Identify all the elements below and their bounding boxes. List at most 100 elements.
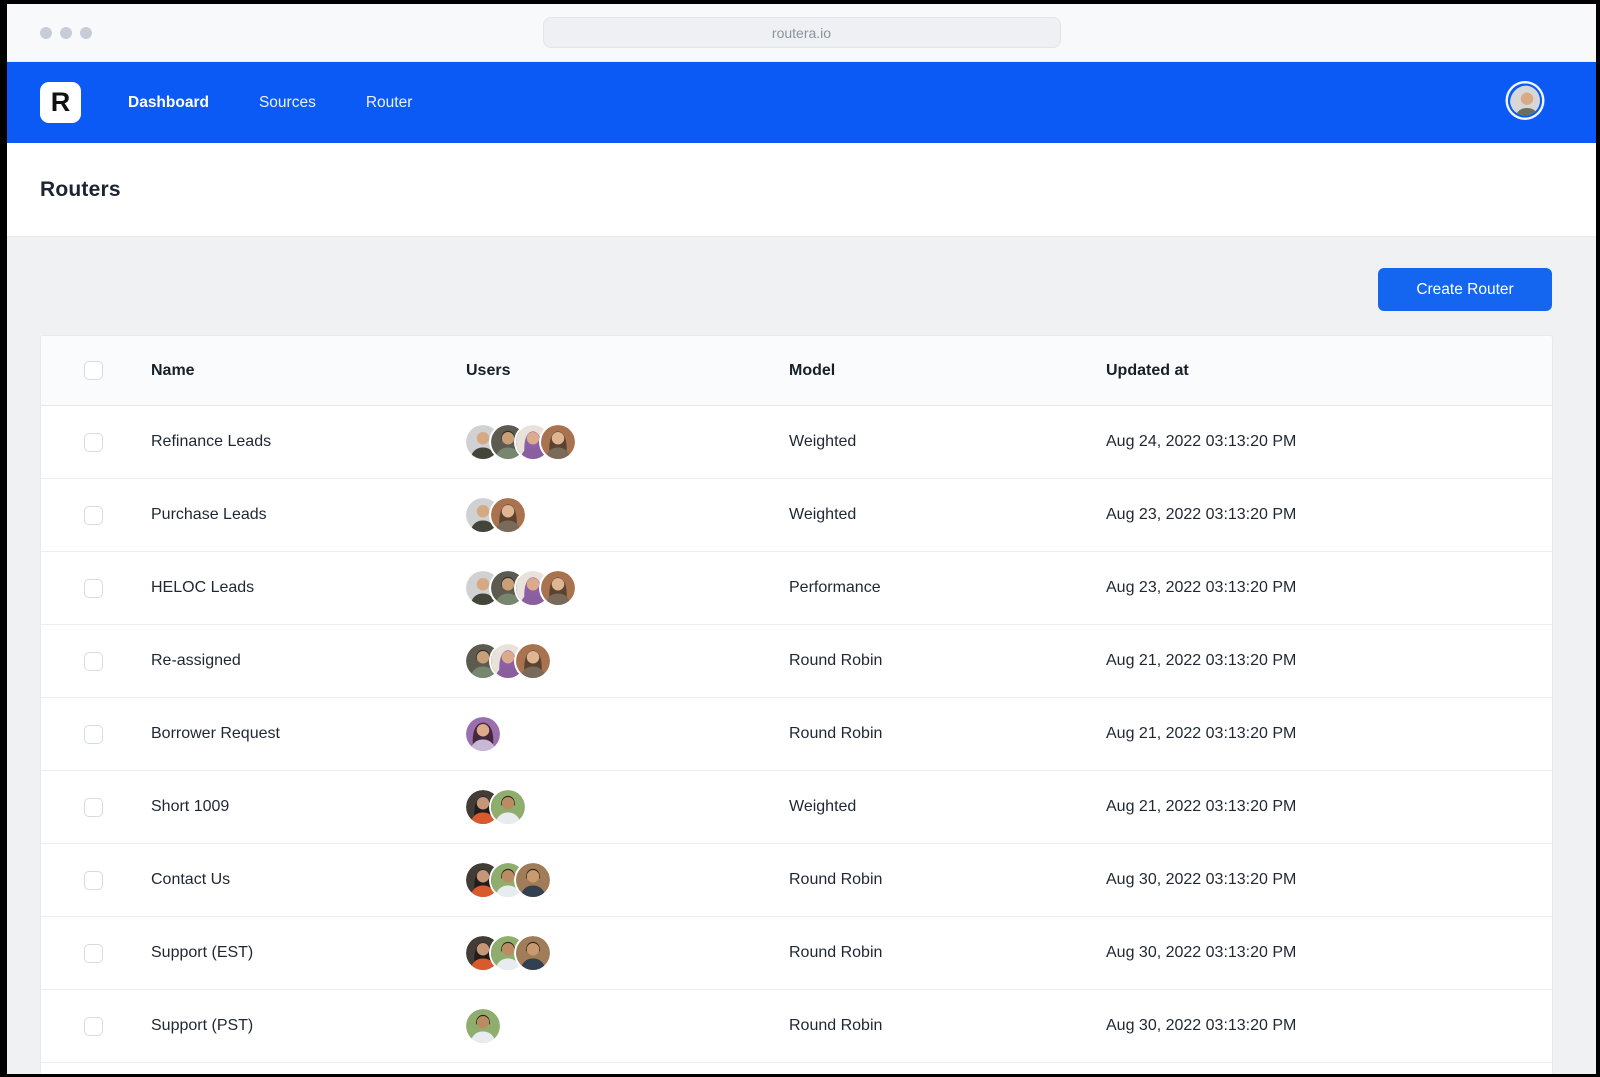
user-avatar [541, 425, 575, 459]
user-avatar-group [466, 863, 550, 897]
app-window: routera.io R Dashboard Sources Router Ro… [7, 4, 1596, 1074]
url-text: routera.io [771, 24, 832, 41]
router-users-cell [466, 644, 789, 678]
row-checkbox-cell [41, 870, 151, 890]
router-users-cell [466, 790, 789, 824]
router-name: Re-assigned [151, 652, 241, 669]
row-checkbox[interactable] [84, 578, 103, 598]
row-checkbox[interactable] [84, 432, 103, 452]
column-header-updated-at: Updated at [1106, 361, 1189, 379]
user-avatar [516, 863, 550, 897]
nav-item-router[interactable]: Router [366, 94, 413, 112]
row-checkbox-cell [41, 943, 151, 963]
browser-url-bar[interactable]: routera.io [542, 17, 1061, 48]
profile-avatar[interactable] [1508, 83, 1542, 122]
router-updated-at: Aug 24, 2022 03:13:20 PM [1106, 433, 1297, 450]
router-model: Weighted [789, 798, 857, 815]
user-avatar-group [466, 644, 550, 678]
main-nav: Dashboard Sources Router [128, 94, 412, 112]
user-avatar-group [466, 1009, 500, 1043]
router-updated-at: Aug 30, 2022 03:13:20 PM [1106, 871, 1297, 888]
header-checkbox-cell [41, 361, 151, 380]
user-avatar [466, 717, 500, 751]
router-users-cell [466, 936, 789, 970]
user-avatar [516, 644, 550, 678]
page-content: Create Router Name Users Model Updated a… [7, 237, 1596, 1074]
router-name: HELOC Leads [151, 579, 255, 596]
router-updated-at: Aug 30, 2022 03:13:20 PM [1106, 944, 1297, 961]
nav-item-dashboard[interactable]: Dashboard [128, 94, 209, 112]
router-updated-at: Aug 21, 2022 03:13:20 PM [1106, 725, 1297, 742]
app-navbar: R Dashboard Sources Router [7, 62, 1596, 143]
router-model: Weighted [789, 506, 857, 523]
user-avatar-group [466, 571, 575, 605]
table-row[interactable]: Short 1009 Weighted Aug 21, 2022 03:13:20 … [41, 771, 1552, 844]
user-avatar-group [466, 717, 500, 751]
row-checkbox[interactable] [84, 1016, 103, 1036]
user-avatar [466, 1009, 500, 1043]
router-model: Weighted [789, 433, 857, 450]
router-users-cell [466, 1009, 789, 1043]
router-name: Refinance Leads [151, 433, 272, 450]
table-row[interactable]: Purchase Leads Weighted Aug 23, 2022 03:13… [41, 479, 1552, 552]
router-updated-at: Aug 23, 2022 03:13:20 PM [1106, 579, 1297, 596]
window-controls [40, 27, 92, 39]
router-name: Short 1009 [151, 798, 230, 815]
row-checkbox[interactable] [84, 505, 103, 525]
row-checkbox-cell [41, 1016, 151, 1036]
router-model: Round Robin [789, 1017, 883, 1034]
row-checkbox[interactable] [84, 870, 103, 890]
user-avatar [1508, 83, 1542, 117]
table-row[interactable]: Borrower Request Round Robin Aug 21, 2022 … [41, 698, 1552, 771]
router-name: Support (PST) [151, 1017, 254, 1034]
router-users-cell [466, 425, 789, 459]
routers-table: Name Users Model Updated at Refinance Le… [40, 335, 1553, 1074]
row-checkbox[interactable] [84, 943, 103, 963]
router-updated-at: Aug 23, 2022 03:13:20 PM [1106, 506, 1297, 523]
router-users-cell [466, 571, 789, 605]
row-checkbox-cell [41, 578, 151, 598]
router-name: Purchase Leads [151, 506, 267, 523]
table-body: Refinance Leads Weighted Aug 24, 2022 03:1… [41, 406, 1552, 1063]
create-router-button[interactable]: Create Router [1378, 268, 1552, 311]
router-updated-at: Aug 30, 2022 03:13:20 PM [1106, 1017, 1297, 1034]
table-row[interactable]: Support (PST) Round Robin Aug 30, 2022 03:… [41, 990, 1552, 1063]
column-header-users: Users [466, 361, 511, 379]
app-logo[interactable]: R [40, 82, 81, 123]
row-checkbox[interactable] [84, 724, 103, 744]
router-updated-at: Aug 21, 2022 03:13:20 PM [1106, 798, 1297, 815]
column-header-name: Name [151, 361, 195, 379]
user-avatar-group [466, 790, 525, 824]
column-header-model: Model [789, 361, 836, 379]
user-avatar [491, 498, 525, 532]
user-avatar-group [466, 936, 550, 970]
row-checkbox-cell [41, 724, 151, 744]
router-users-cell [466, 863, 789, 897]
router-name: Support (EST) [151, 944, 254, 961]
page-title: Routers [40, 177, 121, 201]
row-checkbox[interactable] [84, 797, 103, 817]
row-checkbox[interactable] [84, 651, 103, 671]
row-checkbox-cell [41, 797, 151, 817]
router-model: Round Robin [789, 944, 883, 961]
user-avatar-group [466, 498, 525, 532]
router-users-cell [466, 717, 789, 751]
user-avatar [516, 936, 550, 970]
page-header: Routers [7, 143, 1596, 237]
router-model: Round Robin [789, 652, 883, 669]
window-dot-icon [80, 27, 92, 39]
router-name: Contact Us [151, 871, 231, 888]
table-row[interactable]: Refinance Leads Weighted Aug 24, 2022 03:1… [41, 406, 1552, 479]
table-row[interactable]: Re-assigned Round Robin Aug 21, 2022 03:13… [41, 625, 1552, 698]
user-avatar [541, 571, 575, 605]
router-users-cell [466, 498, 789, 532]
select-all-checkbox[interactable] [84, 361, 103, 380]
nav-item-sources[interactable]: Sources [259, 94, 316, 112]
row-checkbox-cell [41, 505, 151, 525]
table-row[interactable]: Support (EST) Round Robin Aug 30, 2022 03:… [41, 917, 1552, 990]
user-avatar [491, 790, 525, 824]
table-row[interactable]: HELOC Leads Performance Aug 23, 2022 03:13… [41, 552, 1552, 625]
table-row[interactable]: Contact Us Round Robin Aug 30, 2022 03:13:… [41, 844, 1552, 917]
router-name: Borrower Request [151, 725, 280, 742]
router-model: Round Robin [789, 871, 883, 888]
